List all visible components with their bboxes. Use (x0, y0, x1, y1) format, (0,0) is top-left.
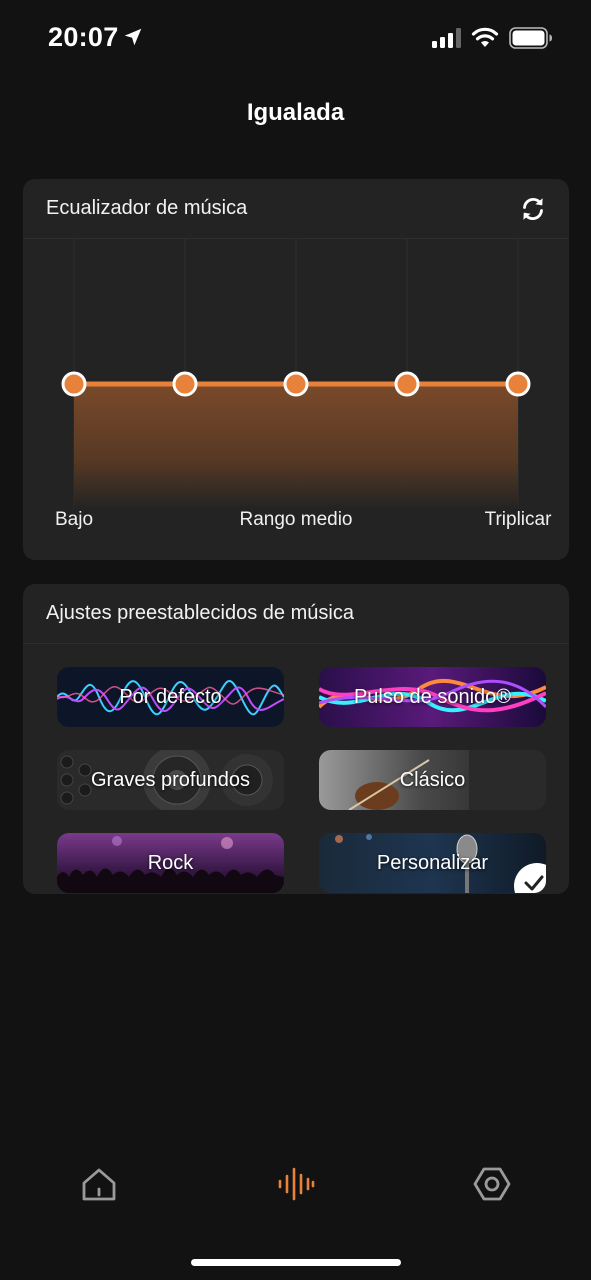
settings-hexagon-icon[interactable] (472, 1164, 512, 1204)
refresh-icon[interactable] (519, 195, 547, 223)
preset-sound-pulse-label: Pulso de sonido® (353, 685, 512, 708)
equalizer-waveform-icon[interactable] (276, 1164, 316, 1204)
home-indicator (191, 1259, 401, 1266)
preset-default[interactable]: Por defecto (57, 667, 284, 727)
preset-default-label: Por defecto (119, 685, 222, 708)
equalizer-screen: 20:07 Igualada Ecualizador de música Baj… (0, 0, 591, 1280)
eq-band-handle-4[interactable] (394, 371, 420, 397)
eq-curve-fill (74, 384, 518, 509)
eq-band-handle-2[interactable] (172, 371, 198, 397)
preset-sound-pulse[interactable]: Pulso de sonido® (319, 667, 546, 727)
preset-classic-label: Clásico (399, 768, 466, 791)
presets-card-header: Ajustes preestablecidos de música (23, 584, 569, 644)
battery-icon (509, 27, 552, 49)
equalizer-card-header: Ecualizador de música (23, 179, 569, 239)
eq-label-high: Triplicar (484, 509, 552, 530)
preset-custom[interactable]: Personalizar (319, 833, 546, 893)
cellular-signal-icon (432, 28, 461, 48)
preset-custom-label: Personalizar (376, 851, 489, 874)
music-equalizer-card: Ecualizador de música Bajo Rango medio T… (23, 179, 569, 560)
wifi-icon (471, 27, 499, 47)
status-bar: 20:07 (0, 0, 591, 80)
location-arrow-icon (124, 28, 142, 46)
home-icon[interactable] (79, 1164, 119, 1204)
eq-label-low: Bajo (54, 509, 94, 530)
bottom-navigation (0, 1150, 591, 1220)
preset-rock-label: Rock (147, 851, 194, 874)
music-presets-card: Ajustes preestablecidos de música Por de… (23, 584, 569, 894)
status-time: 20:07 (48, 22, 119, 52)
presets-title: Ajustes preestablecidos de música (46, 602, 354, 624)
preset-deep-bass-label: Graves profundos (91, 768, 250, 791)
preset-deep-bass[interactable]: Graves profundos (57, 750, 284, 810)
equalizer-title: Ecualizador de música (46, 197, 248, 219)
preset-classic[interactable]: Clásico (319, 750, 546, 810)
page-title: Igualada (246, 99, 345, 126)
eq-band-handle-1[interactable] (61, 371, 87, 397)
checkmark-icon (524, 875, 544, 891)
eq-label-mid: Rango medio (239, 509, 353, 530)
eq-band-handle-5[interactable] (505, 371, 531, 397)
preset-rock[interactable]: Rock (57, 833, 284, 893)
eq-band-handle-3[interactable] (283, 371, 309, 397)
